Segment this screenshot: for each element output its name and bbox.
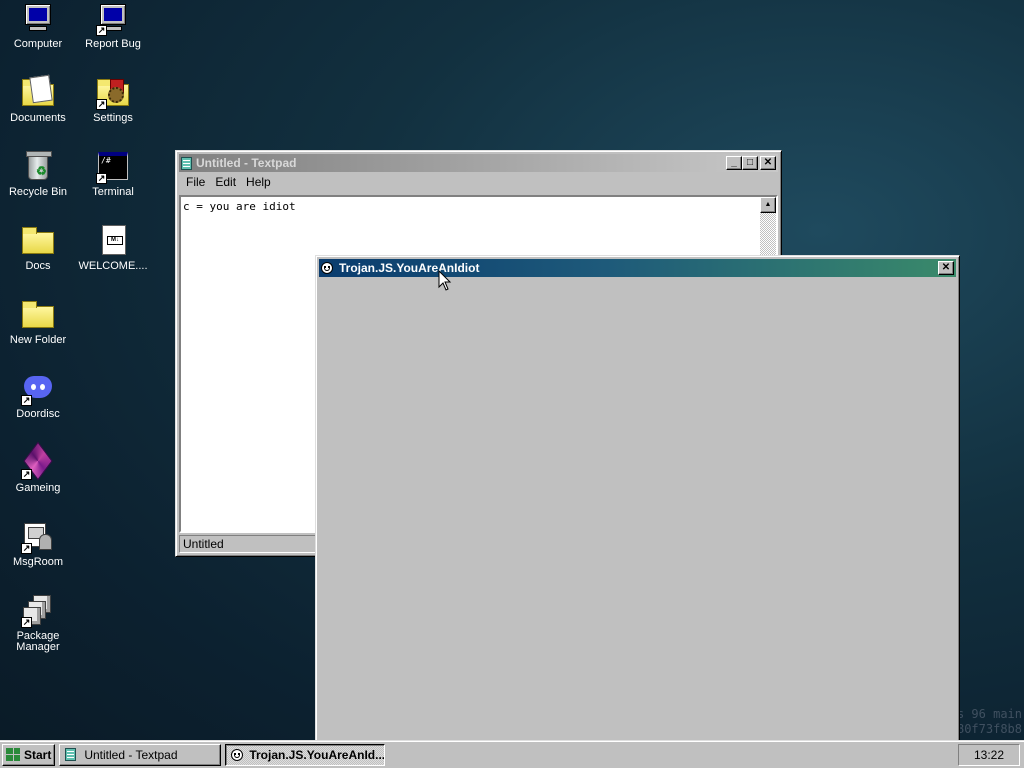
report-bug-icon: ↗ <box>96 2 130 36</box>
shortcut-arrow-icon: ↗ <box>21 469 32 480</box>
shortcut-arrow-icon: ↗ <box>96 99 107 110</box>
desktop-icon-label: Computer <box>13 38 63 50</box>
discord-icon: ↗ <box>21 372 55 406</box>
taskbar-item-trojan[interactable]: Trojan.JS.YouAreAnId... <box>225 743 386 766</box>
status-text: Untitled <box>183 537 224 551</box>
desktop-icon-label: Report Bug <box>85 38 141 50</box>
shortcut-arrow-icon: ↗ <box>96 173 107 184</box>
desktop-icon-report-bug[interactable]: ↗ Report Bug <box>76 2 150 50</box>
taskbar-item-label: Trojan.JS.YouAreAnId... <box>249 747 386 762</box>
version-watermark: s 96 main 80f73f8b8 <box>956 707 1022 736</box>
taskbar-item-textpad[interactable]: Untitled - Textpad <box>59 743 222 766</box>
desktop-icon-label: Package Manager <box>16 630 60 653</box>
desktop-icon-computer[interactable]: Computer <box>1 2 75 50</box>
terminal-icon: /# ↗ <box>96 150 130 184</box>
markdown-file-icon: M↓ <box>96 224 130 258</box>
package-manager-icon: ↗ <box>21 594 55 628</box>
textpad-menubar: File Edit Help <box>179 172 778 192</box>
game-cube-icon: ↗ <box>21 441 55 481</box>
desktop-icon-package-manager[interactable]: ↗ Package Manager <box>1 594 75 653</box>
clock-text: 13:22 <box>973 747 1005 762</box>
system-tray-clock[interactable]: 13:22 <box>958 743 1020 766</box>
menu-file[interactable]: File <box>181 175 210 189</box>
smiley-icon <box>321 262 333 274</box>
desktop-icon-label: Recycle Bin <box>8 186 68 198</box>
folder-icon <box>21 298 55 332</box>
menu-help[interactable]: Help <box>241 175 276 189</box>
close-button[interactable]: ✕ <box>938 261 954 275</box>
desktop-icon-label: Settings <box>93 112 133 124</box>
menu-edit[interactable]: Edit <box>210 175 241 189</box>
maximize-button[interactable]: □ <box>742 156 758 170</box>
mouse-cursor-icon <box>438 270 452 291</box>
start-logo-icon <box>6 748 20 761</box>
editor-content[interactable]: c = you are idiot <box>181 197 776 216</box>
desktop-icon-welcome[interactable]: M↓ WELCOME.... <box>76 224 150 272</box>
trojan-titlebar[interactable]: Trojan.JS.YouAreAnIdiot ✕ <box>319 259 956 277</box>
shortcut-arrow-icon: ↗ <box>21 617 32 628</box>
desktop-icon-docs[interactable]: Docs <box>1 224 75 272</box>
textpad-titlebar[interactable]: Untitled - Textpad _ □ ✕ <box>179 154 778 172</box>
taskbar-item-label: Untitled - Textpad <box>84 747 178 762</box>
trojan-window: Trojan.JS.YouAreAnIdiot ✕ <box>315 255 960 743</box>
msgroom-icon: ↗ <box>21 520 55 554</box>
desktop-icon-recycle-bin[interactable]: ♻ Recycle Bin <box>1 150 75 198</box>
documents-folder-icon <box>21 74 55 110</box>
close-button[interactable]: ✕ <box>760 156 776 170</box>
desktop-icon-terminal[interactable]: /# ↗ Terminal <box>76 150 150 198</box>
desktop-icon-label: New Folder <box>9 334 67 346</box>
desktop-icon-settings[interactable]: ↗ Settings <box>76 76 150 124</box>
start-button[interactable]: Start <box>2 743 56 766</box>
desktop-icon-label: Gameing <box>15 482 61 494</box>
computer-icon <box>21 2 55 36</box>
desktop-icon-label: Doordisc <box>16 408 60 420</box>
desktop-icon-doordisc[interactable]: ↗ Doordisc <box>1 372 75 420</box>
taskbar: Start Untitled - Textpad Trojan.JS.YouAr… <box>0 740 1024 768</box>
window-title: Untitled - Textpad <box>196 156 297 170</box>
shortcut-arrow-icon: ↗ <box>96 25 107 36</box>
settings-icon: ↗ <box>96 76 130 110</box>
scroll-up-button[interactable]: ▲ <box>760 197 776 213</box>
start-label: Start <box>24 747 52 762</box>
textpad-icon <box>65 748 77 761</box>
textpad-icon <box>181 156 192 170</box>
shortcut-arrow-icon: ↗ <box>21 395 32 406</box>
desktop-icon-label: MsgRoom <box>12 556 64 568</box>
window-title: Trojan.JS.YouAreAnIdiot <box>339 261 480 275</box>
recycle-bin-icon: ♻ <box>21 150 55 184</box>
smiley-icon <box>231 748 244 761</box>
desktop-icon-label: WELCOME.... <box>78 260 148 272</box>
shortcut-arrow-icon: ↗ <box>21 543 32 554</box>
desktop-icon-msgroom[interactable]: ↗ MsgRoom <box>1 520 75 568</box>
desktop-icon-documents[interactable]: Documents <box>1 74 75 124</box>
desktop-icon-label: Terminal <box>92 186 134 198</box>
desktop-icon-gameing[interactable]: ↗ Gameing <box>1 441 75 494</box>
desktop-icon-new-folder[interactable]: New Folder <box>1 298 75 346</box>
minimize-button[interactable]: _ <box>726 156 742 170</box>
trojan-content <box>319 278 956 739</box>
desktop-icon-label: Documents <box>10 112 66 124</box>
folder-icon <box>21 224 55 258</box>
desktop-icon-label: Docs <box>25 260 51 272</box>
